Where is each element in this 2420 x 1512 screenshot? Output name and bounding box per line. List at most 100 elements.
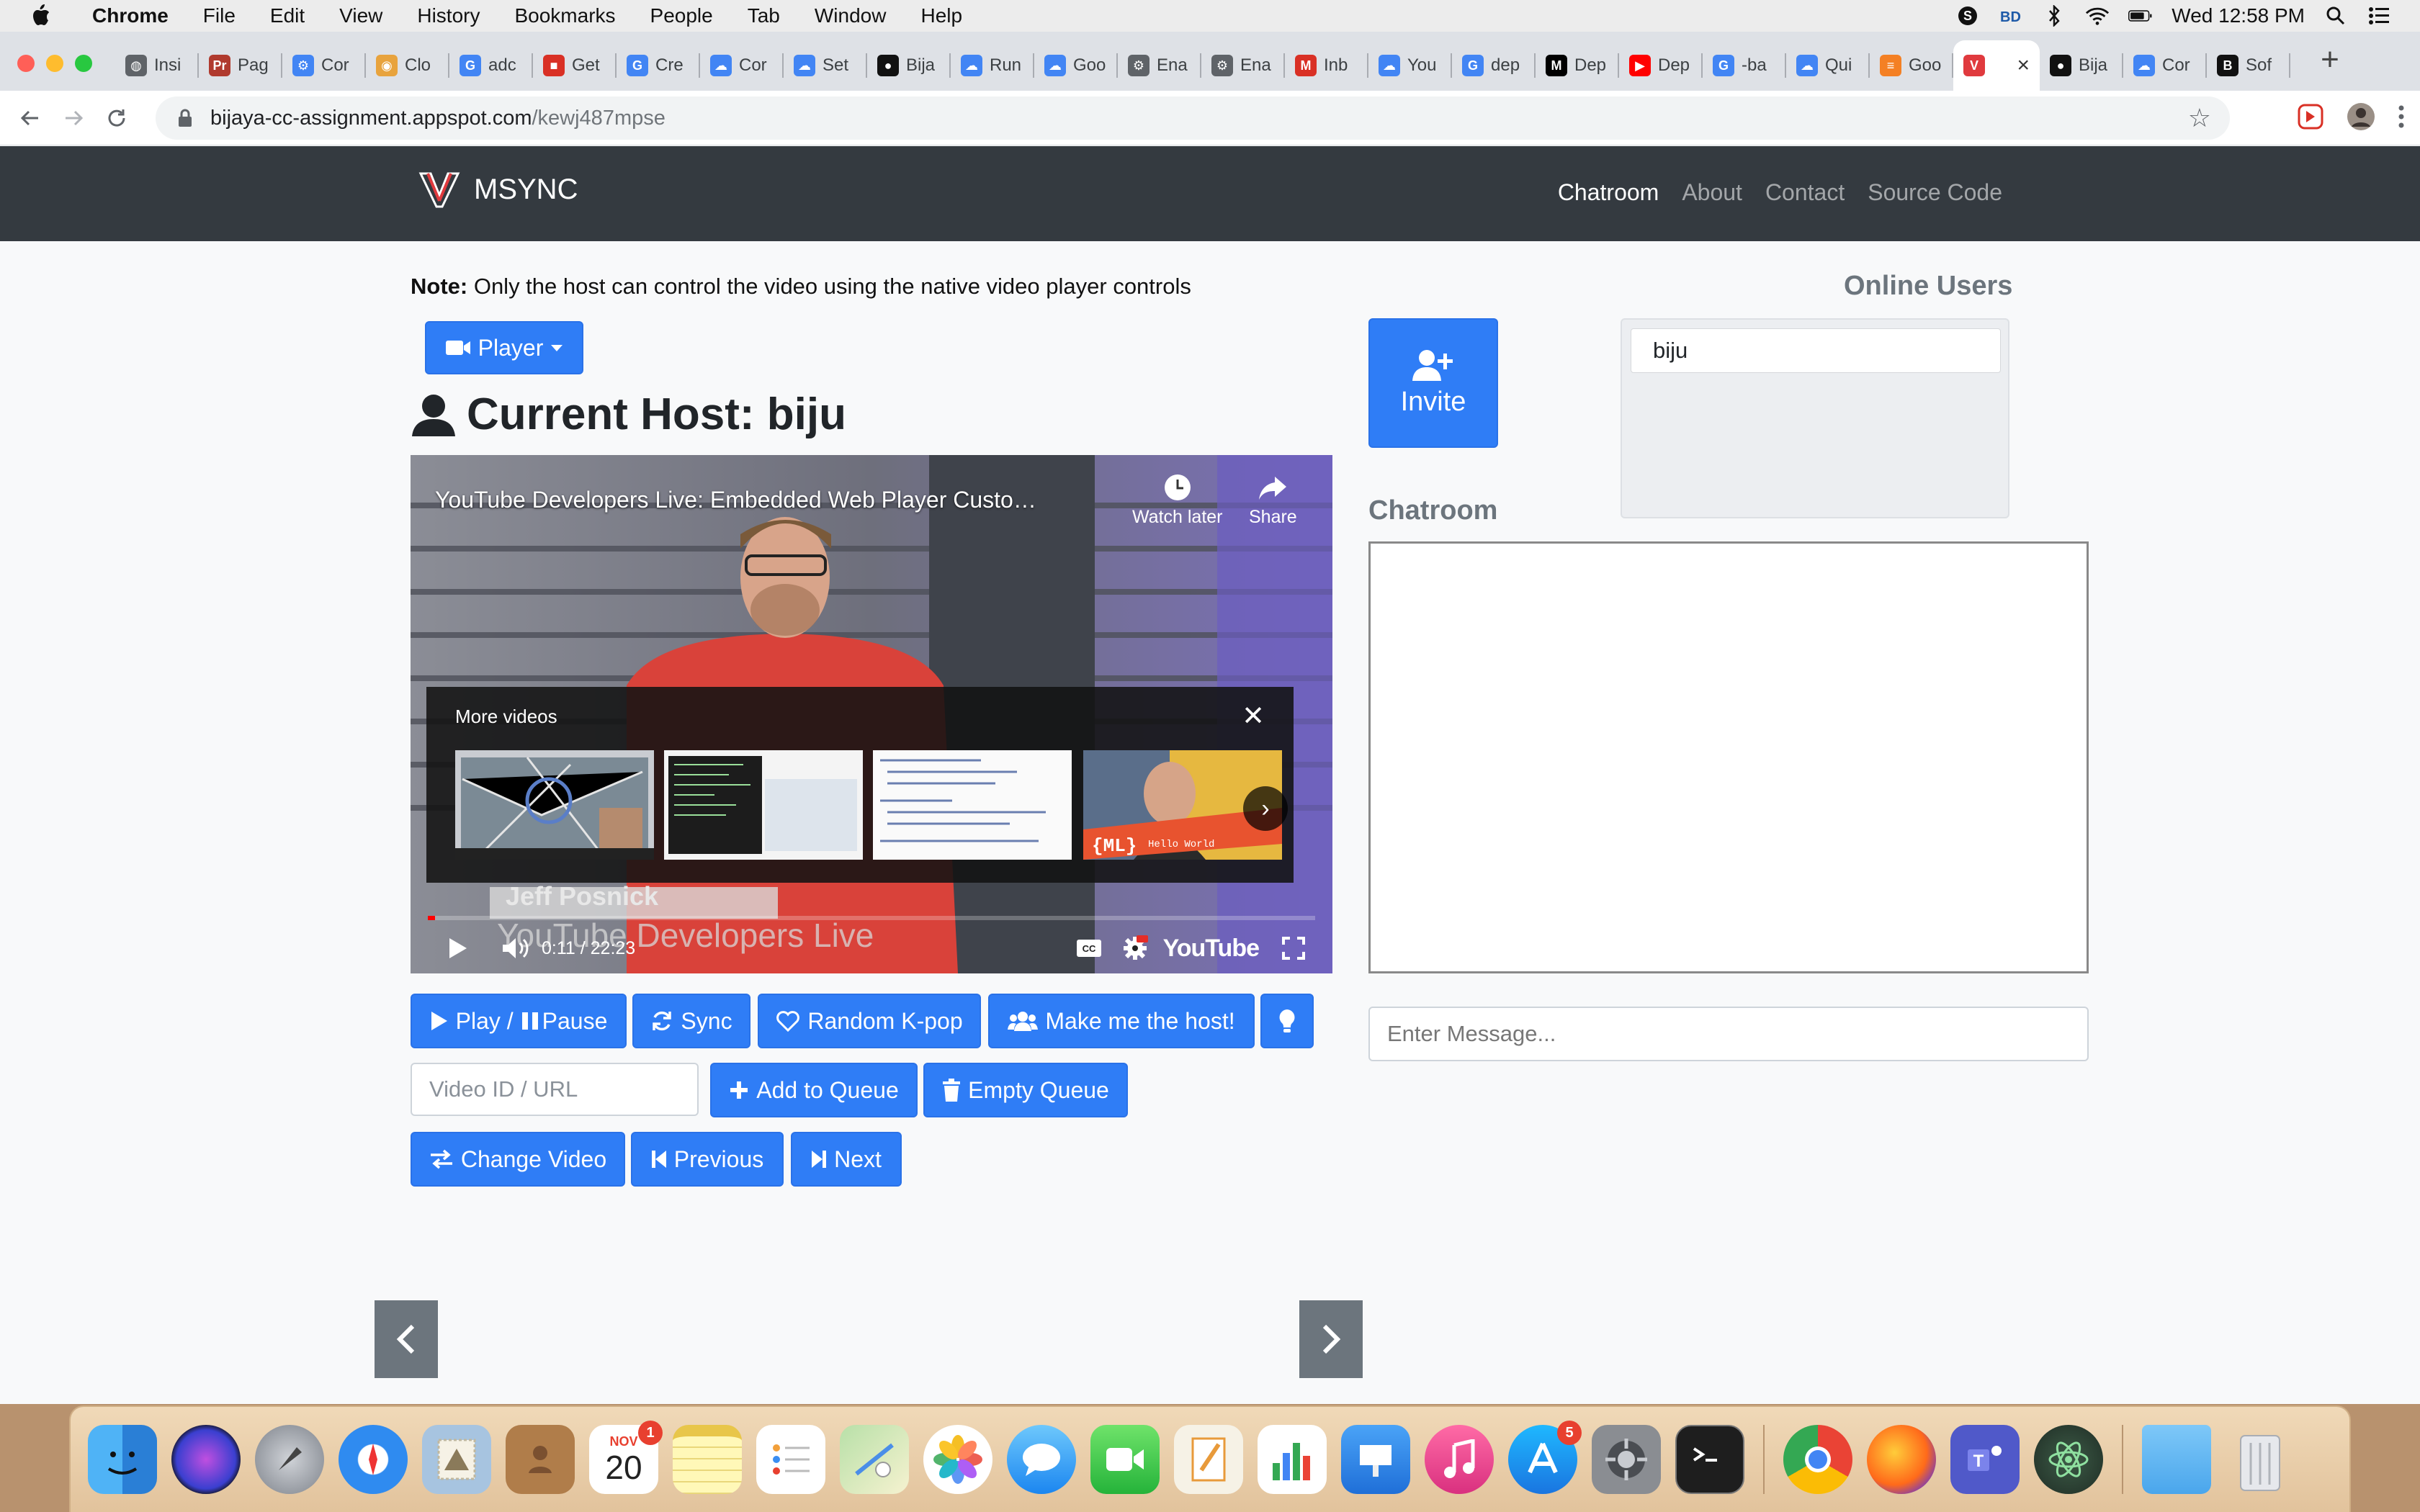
close-tab-icon[interactable]: ×	[2017, 53, 2030, 78]
close-window-icon[interactable]	[17, 55, 35, 72]
browser-tab[interactable]: Pr Pag	[199, 40, 282, 91]
carousel-next-button[interactable]	[1299, 1300, 1363, 1378]
browser-tab[interactable]: ☁ Cor	[2123, 40, 2207, 91]
reload-icon[interactable]	[95, 96, 138, 140]
menu-window[interactable]: Window	[797, 4, 904, 27]
apple-menu-icon[interactable]	[26, 1, 55, 30]
menu-bookmarks[interactable]: Bookmarks	[497, 4, 632, 27]
browser-tab[interactable]: M Dep	[1536, 40, 1619, 91]
settings-gear-icon[interactable]	[1117, 923, 1153, 973]
bluetooth-icon[interactable]	[2042, 5, 2066, 27]
volume-icon[interactable]	[498, 923, 533, 973]
fullscreen-icon[interactable]	[1279, 923, 1308, 973]
safari-compass-icon[interactable]	[339, 1425, 408, 1494]
menu-edit[interactable]: Edit	[253, 4, 322, 27]
facetime-icon[interactable]	[1090, 1425, 1160, 1494]
browser-tab[interactable]: ≡ Goo	[1870, 40, 1953, 91]
wifi-icon[interactable]	[2085, 6, 2110, 26]
calendar-icon[interactable]: NOV 20 1	[589, 1421, 663, 1494]
chrome-icon[interactable]	[1783, 1425, 1852, 1494]
share-button[interactable]: Share	[1249, 472, 1297, 528]
mail-stamp-icon[interactable]	[422, 1425, 491, 1494]
nav-source-code[interactable]: Source Code	[1868, 179, 2002, 206]
browser-tab[interactable]: ▶ Dep	[1619, 40, 1703, 91]
menu-file[interactable]: File	[186, 4, 253, 27]
browser-tab[interactable]: ◍ Insi	[115, 40, 199, 91]
menu-tab[interactable]: Tab	[730, 4, 797, 27]
browser-tab[interactable]: B Sof	[2207, 40, 2290, 91]
pages-icon[interactable]	[1174, 1425, 1243, 1494]
random-kpop-button[interactable]: Random K-pop	[758, 994, 981, 1048]
app-store-icon[interactable]: 5	[1508, 1421, 1582, 1494]
menu-help[interactable]: Help	[903, 4, 980, 27]
close-icon[interactable]: ✕	[1242, 700, 1265, 732]
browser-tab[interactable]: ⚙ Cor	[282, 40, 366, 91]
skype-status-icon[interactable]: S	[1955, 6, 1980, 26]
extension-red-icon[interactable]	[2296, 102, 2325, 135]
play-pause-button[interactable]: Play / Pause	[411, 994, 627, 1048]
menu-people[interactable]: People	[633, 4, 730, 27]
battery-icon[interactable]	[2128, 6, 2153, 26]
previous-button[interactable]: Previous	[631, 1132, 784, 1187]
watch-later-button[interactable]: Watch later	[1132, 472, 1223, 528]
spotlight-search-icon[interactable]	[2323, 6, 2348, 26]
new-tab-button[interactable]: +	[2312, 42, 2348, 78]
messages-icon[interactable]	[1007, 1425, 1076, 1494]
next-button[interactable]: Next	[791, 1132, 902, 1187]
lightbulb-button[interactable]	[1260, 994, 1314, 1048]
teams-icon[interactable]: T	[1950, 1425, 2020, 1494]
contacts-book-icon[interactable]	[506, 1425, 575, 1494]
message-input[interactable]	[1368, 1007, 2089, 1061]
empty-queue-button[interactable]: Empty Queue	[923, 1063, 1128, 1117]
browser-tab[interactable]: ☁ Cor	[700, 40, 784, 91]
nav-about[interactable]: About	[1682, 179, 1742, 206]
player-dropdown-button[interactable]: Player	[425, 321, 583, 374]
nav-contact[interactable]: Contact	[1765, 179, 1845, 206]
browser-tab[interactable]: G -ba	[1703, 40, 1786, 91]
youtube-player[interactable]: YouTube Developers Live: Embedded Web Pl…	[411, 455, 1332, 973]
browser-tab[interactable]: V ×	[1953, 40, 2040, 91]
add-to-queue-button[interactable]: Add to Queue	[710, 1063, 918, 1117]
youtube-logo[interactable]: YouTube	[1163, 923, 1260, 973]
browser-tab[interactable]: ⚙ Ena	[1118, 40, 1201, 91]
chat-messages[interactable]	[1368, 541, 2089, 973]
photos-icon[interactable]	[923, 1425, 992, 1494]
suggested-video-thumbnail[interactable]	[873, 750, 1072, 860]
brand-logo[interactable]: MSYNC	[418, 168, 578, 211]
minimize-window-icon[interactable]	[46, 55, 63, 72]
browser-tab[interactable]: ☁ Set	[784, 40, 867, 91]
reminders-icon[interactable]	[756, 1425, 825, 1494]
chrome-menu-icon[interactable]	[2397, 104, 2406, 133]
notes-icon[interactable]	[673, 1425, 742, 1494]
keynote-icon[interactable]	[1341, 1425, 1410, 1494]
browser-tab[interactable]: ☁ You	[1368, 40, 1452, 91]
browser-tab[interactable]: ☁ Goo	[1034, 40, 1118, 91]
change-video-button[interactable]: Change Video	[411, 1132, 625, 1187]
browser-tab[interactable]: ◉ Clo	[366, 40, 449, 91]
suggested-video-thumbnail[interactable]	[455, 750, 654, 860]
address-bar[interactable]: bijaya-cc-assignment.appspot.com/kewj487…	[156, 96, 2230, 140]
video-title[interactable]: YouTube Developers Live: Embedded Web Pl…	[435, 487, 1036, 513]
maps-icon[interactable]	[840, 1425, 909, 1494]
menu-clock[interactable]: Wed 12:58 PM	[2172, 4, 2305, 27]
browser-tab[interactable]: ● Bija	[2040, 40, 2123, 91]
browser-tab[interactable]: ■ Get	[533, 40, 617, 91]
invite-button[interactable]: Invite	[1368, 318, 1498, 448]
bluetooth-menu-icon[interactable]: BD	[1999, 6, 2023, 26]
browser-tab[interactable]: M Inb	[1285, 40, 1368, 91]
terminal-icon[interactable]	[1675, 1425, 1744, 1494]
numbers-icon[interactable]	[1258, 1425, 1327, 1494]
bookmark-star-icon[interactable]: ☆	[2188, 103, 2211, 133]
finder-icon[interactable]	[88, 1425, 157, 1494]
sync-button[interactable]: Sync	[632, 994, 750, 1048]
carousel-prev-button[interactable]	[375, 1300, 438, 1378]
siri-icon[interactable]	[171, 1425, 241, 1494]
downloads-folder-icon[interactable]	[2142, 1425, 2211, 1494]
system-preferences-gear-icon[interactable]	[1592, 1425, 1661, 1494]
browser-tab[interactable]: ● Bija	[867, 40, 951, 91]
browser-tab[interactable]: ☁ Run	[951, 40, 1034, 91]
atom-icon[interactable]	[2034, 1425, 2103, 1494]
menu-history[interactable]: History	[400, 4, 497, 27]
menu-app-name[interactable]: Chrome	[75, 4, 186, 27]
chevron-right-icon[interactable]: ›	[1243, 786, 1288, 831]
